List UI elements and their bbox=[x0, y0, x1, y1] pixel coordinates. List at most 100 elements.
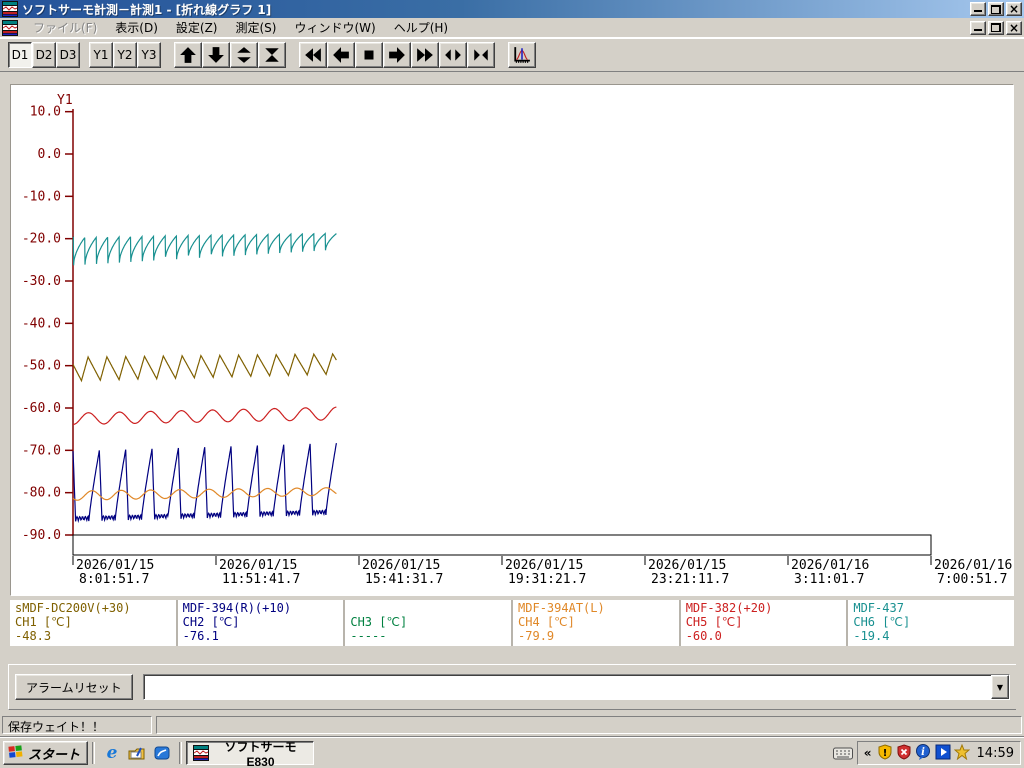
stop-icon bbox=[364, 50, 374, 59]
stop-button[interactable] bbox=[355, 41, 383, 68]
alarm-reset-button[interactable]: アラームリセット bbox=[15, 674, 133, 700]
expand-horizontal-button[interactable] bbox=[439, 41, 467, 68]
svg-text:-50.0: -50.0 bbox=[22, 359, 61, 374]
svg-text:2026/01/16: 2026/01/16 bbox=[934, 558, 1012, 573]
compress-vertical-button[interactable] bbox=[258, 41, 286, 68]
system-tray: « ! i 14:59 bbox=[856, 741, 1021, 765]
fast-forward-icon bbox=[417, 47, 433, 62]
display-d1-button[interactable]: D1 bbox=[8, 41, 32, 68]
start-button[interactable]: スタート bbox=[3, 741, 89, 765]
dropdown-arrow-icon[interactable]: ▼ bbox=[991, 675, 1009, 699]
status-spare bbox=[156, 716, 1022, 734]
taskbar-app-label: ソフトサーモ E830 bbox=[224, 739, 297, 768]
child-close-button[interactable]: × bbox=[1006, 20, 1022, 35]
expand-vertical-button[interactable] bbox=[230, 41, 258, 68]
svg-text:-10.0: -10.0 bbox=[22, 189, 61, 204]
status-bar: 保存ウェイト！！ bbox=[0, 713, 1024, 737]
move-down-button[interactable] bbox=[202, 41, 230, 68]
svg-text:-40.0: -40.0 bbox=[22, 316, 61, 331]
menu-help[interactable]: ヘルプ(H) bbox=[385, 17, 457, 38]
star-icon[interactable] bbox=[953, 743, 970, 763]
move-up-button[interactable] bbox=[174, 41, 202, 68]
alarm-combobox-value[interactable] bbox=[144, 675, 991, 699]
taskbar: スタート e ソフトサーモ E830 « ! i 14:59 bbox=[0, 737, 1024, 768]
step-forward-button[interactable] bbox=[383, 41, 411, 68]
keyboard-indicator-icon[interactable] bbox=[832, 747, 853, 760]
graph-icon bbox=[514, 46, 530, 63]
restore-button[interactable] bbox=[988, 2, 1004, 16]
svg-text:i: i bbox=[921, 747, 925, 758]
svg-text:2026/01/15: 2026/01/15 bbox=[362, 558, 440, 573]
step-back-button[interactable] bbox=[327, 41, 355, 68]
graph-settings-button[interactable] bbox=[508, 41, 536, 68]
security-warning-icon[interactable]: ! bbox=[877, 743, 893, 763]
tray-clock[interactable]: 14:59 bbox=[977, 746, 1014, 761]
rewind-icon bbox=[305, 47, 321, 62]
svg-text:15:41:31.7: 15:41:31.7 bbox=[365, 572, 443, 587]
close-icon: × bbox=[1008, 2, 1020, 16]
child-minimize-button[interactable] bbox=[970, 20, 986, 35]
tray-chevron-button[interactable]: « bbox=[862, 746, 874, 760]
compress-vertical-icon bbox=[265, 47, 279, 62]
line-chart-plot: Y110.00.0-10.0-20.0-30.0-40.0-50.0-60.0-… bbox=[22, 93, 1012, 587]
svg-text:-90.0: -90.0 bbox=[22, 528, 61, 543]
svg-text:-70.0: -70.0 bbox=[22, 443, 61, 458]
axis-y2-button[interactable]: Y2 bbox=[113, 41, 137, 68]
show-desktop-icon[interactable] bbox=[128, 744, 146, 762]
legend-cell-ch4: MDF-394AT(L) CH4 [℃] -79.9 bbox=[513, 600, 679, 646]
minimize-button[interactable] bbox=[970, 2, 986, 16]
menu-window[interactable]: ウィンドウ(W) bbox=[285, 17, 384, 38]
alarm-combobox[interactable]: ▼ bbox=[142, 674, 1010, 700]
info-balloon-icon[interactable]: i bbox=[915, 743, 932, 763]
app-icon bbox=[193, 745, 210, 761]
arrow-left-icon bbox=[333, 46, 349, 63]
fast-forward-button[interactable] bbox=[411, 41, 439, 68]
axis-y1-button[interactable]: Y1 bbox=[89, 41, 113, 68]
svg-text:2026/01/15: 2026/01/15 bbox=[76, 558, 154, 573]
legend-cell-ch6: MDF-437 CH6 [℃] -19.4 bbox=[848, 600, 1015, 646]
play-status-icon[interactable] bbox=[935, 744, 951, 763]
svg-text:23:21:11.7: 23:21:11.7 bbox=[651, 572, 729, 587]
legend-cell-ch3: CH3 [℃] ----- bbox=[345, 600, 512, 646]
display-d2-button[interactable]: D2 bbox=[32, 41, 56, 68]
minimize-icon bbox=[974, 25, 982, 31]
expand-vertical-icon bbox=[237, 46, 251, 63]
menu-file: ファイル(F) bbox=[33, 21, 98, 35]
taskbar-separator bbox=[179, 742, 183, 764]
taskbar-app-button[interactable]: ソフトサーモ E830 bbox=[186, 739, 315, 768]
svg-text:3:11:01.7: 3:11:01.7 bbox=[794, 572, 864, 587]
arrow-down-icon bbox=[208, 46, 224, 63]
status-message: 保存ウェイト！！ bbox=[2, 716, 152, 734]
svg-text:8:01:51.7: 8:01:51.7 bbox=[79, 572, 149, 587]
svg-text:-20.0: -20.0 bbox=[22, 232, 61, 247]
menu-view[interactable]: 表示(D) bbox=[106, 17, 167, 38]
app-icon bbox=[2, 1, 18, 17]
legend-cell-ch5: MDF-382(+20) CH5 [℃] -60.0 bbox=[680, 600, 847, 646]
svg-text:!: ! bbox=[882, 748, 887, 759]
close-button[interactable]: × bbox=[1006, 2, 1022, 16]
channel-legend: sMDF-DC200V(+30) CH1 [℃] -48.3 MDF-394(R)(+… bbox=[10, 600, 1015, 646]
svg-text:2026/01/15: 2026/01/15 bbox=[219, 558, 297, 573]
arrow-up-icon bbox=[180, 46, 196, 63]
menu-settings[interactable]: 設定(Z) bbox=[167, 17, 227, 38]
rewind-button[interactable] bbox=[299, 41, 327, 68]
window-titlebar: ソフトサーモ計測－計測1 - [折れ線グラフ 1] × bbox=[0, 0, 1024, 18]
internet-explorer-icon[interactable]: e bbox=[103, 744, 121, 762]
svg-text:7:00:51.7: 7:00:51.7 bbox=[937, 572, 1007, 587]
close-icon: × bbox=[1008, 20, 1020, 35]
compress-horizontal-button[interactable] bbox=[467, 41, 495, 68]
windows-logo-icon bbox=[8, 744, 24, 762]
child-restore-button[interactable] bbox=[988, 20, 1004, 35]
axis-y3-button[interactable]: Y3 bbox=[137, 41, 161, 68]
menu-measure[interactable]: 測定(S) bbox=[226, 17, 285, 38]
legend-cell-ch2: MDF-394(R)(+10) CH2 [℃] -76.1 bbox=[177, 600, 344, 646]
svg-text:19:31:21.7: 19:31:21.7 bbox=[508, 572, 586, 587]
display-d3-button[interactable]: D3 bbox=[56, 41, 80, 68]
document-icon[interactable] bbox=[2, 19, 18, 36]
svg-text:-80.0: -80.0 bbox=[22, 486, 61, 501]
media-player-icon[interactable] bbox=[153, 744, 171, 762]
svg-text:10.0: 10.0 bbox=[30, 105, 61, 120]
svg-text:2026/01/16: 2026/01/16 bbox=[791, 558, 869, 573]
security-alert-icon[interactable] bbox=[896, 743, 912, 763]
chart-workspace: Y1 10.0 0.0 -10.0 -20.0 -30.0 -40.0 -50.0 -60.0-… bbox=[0, 72, 1024, 713]
